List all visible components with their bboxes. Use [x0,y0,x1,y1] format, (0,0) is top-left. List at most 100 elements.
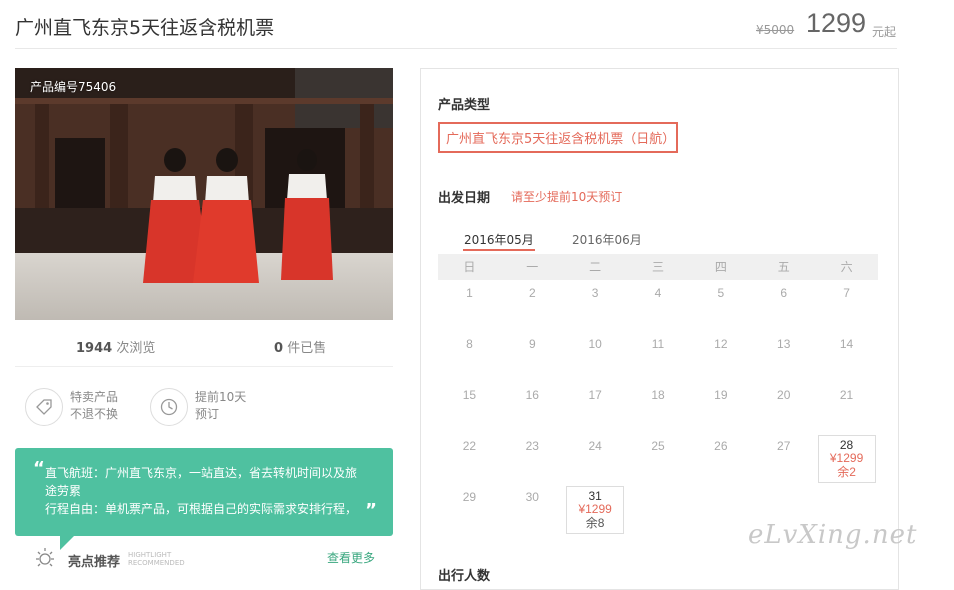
calendar-day: 15 [440,382,498,430]
views-label: 次浏览 [116,341,156,356]
day-price: ¥1299 [829,451,864,465]
weekday-label: 三 [652,260,665,274]
day-number: 6 [780,286,788,300]
calendar-day-available[interactable]: 31 ¥1299 余8 [566,486,625,534]
day-number: 19 [714,388,728,402]
calendar-day: 27 [755,433,813,481]
current-price: 1299 [806,8,867,38]
day-number: 4 [654,286,662,300]
calendar-day: 3 [566,280,624,328]
recommend-en-line2: RECOMMENDED [128,559,185,567]
views-stat: 1944 次浏览 [76,337,155,356]
traveler-count-title: 出行人数 [438,569,491,584]
calendar-day: 30 [503,484,561,532]
day-number: 17 [588,388,602,402]
calendar-day: 20 [755,382,813,430]
sold-label: 件已售 [287,341,327,356]
calendar-day: 25 [629,433,687,481]
calendar-day: 10 [566,331,624,379]
calendar-day: 4 [629,280,687,328]
product-photo[interactable]: 产品编号75406 [15,68,393,320]
weekday-label: 六 [840,260,853,274]
calendar-day: 19 [692,382,750,430]
day-number: 11 [651,337,665,351]
booking-panel: 产品类型 广州直飞东京5天往返含税机票（日航） 出发日期 请至少提前10天预订 … [420,68,899,590]
watermark: eLvXing.net [748,520,918,550]
day-number: 23 [525,439,539,453]
feature-line: 直飞航班：广州直飞东京，一站直达，省去转机时间以及旅 [45,466,358,480]
weekday-label: 一 [526,260,539,274]
calendar-day: 26 [692,433,750,481]
badge-line1: 提前10天 [195,390,247,404]
calendar-day: 2 [503,280,561,328]
calendar-day: 6 [755,280,813,328]
calendar-day: 16 [503,382,561,430]
sold-stat: 0 件已售 [274,337,326,356]
day-number: 31 [588,489,602,503]
weekday-label: 日 [463,260,476,274]
highlight-recommend-bar: 亮点推荐 HIGHTLIGHT RECOMMENDED 查看更多 [15,544,393,571]
day-number: 12 [714,337,728,351]
day-number: 20 [777,388,791,402]
day-seats-left: 余8 [585,516,605,530]
tab-month-may[interactable]: 2016年05月 [464,231,534,248]
feature-line: 途劳累 [45,484,82,498]
weekday-header: 日 一 二 三 四 五 六 [438,254,878,280]
day-number: 14 [839,337,854,351]
weekday-label: 四 [714,260,727,274]
sun-icon [36,548,54,567]
clock-icon [150,388,188,426]
calendar-day: 12 [692,331,750,379]
recommend-en-label: HIGHTLIGHT RECOMMENDED [128,551,185,567]
product-type-title: 产品类型 [438,98,491,113]
day-number: 7 [843,286,850,300]
tag-icon [25,388,63,426]
view-more-link[interactable]: 查看更多 [327,549,375,566]
page-title: 广州直飞东京5天往返含税机票 [15,17,275,39]
calendar-day: 1 [440,280,498,328]
day-number: 25 [651,439,665,453]
calendar-day-available[interactable]: 28 ¥1299 余2 [817,435,876,483]
day-number: 1 [466,286,473,300]
weekday-label: 二 [589,260,602,274]
day-number: 13 [777,337,791,351]
header-divider [15,48,897,49]
views-count: 1944 [76,341,113,356]
quote-close-icon: ” [365,500,377,521]
day-number: 16 [525,388,539,402]
product-number: 产品编号75406 [30,80,117,94]
product-type-option[interactable]: 广州直飞东京5天往返含税机票（日航） [438,122,678,153]
calendar-day: 7 [818,280,876,328]
calendar-day: 21 [818,382,876,430]
calendar-day: 23 [503,433,561,481]
sold-count: 0 [274,341,284,356]
badge-line2: 预订 [195,407,220,421]
day-number: 8 [466,337,473,351]
calendar-day: 13 [755,331,813,379]
recommend-en-line1: HIGHTLIGHT [128,551,172,559]
feature-highlights: “ 直飞航班：广州直飞东京，一站直达，省去转机时间以及旅 途劳累 行程自由：单机… [15,448,393,536]
badge-line1: 特卖产品 [70,390,119,404]
active-month-underline [463,249,535,251]
calendar-day: 11 [629,331,687,379]
departure-note: 请至少提前10天预订 [511,190,623,204]
day-number: 21 [839,388,854,402]
day-number: 3 [591,286,599,300]
day-number: 24 [588,439,602,453]
day-number: 10 [588,337,602,351]
calendar-day: 17 [566,382,624,430]
day-seats-left: 余2 [837,465,856,479]
day-number: 26 [714,439,728,453]
calendar-day: 22 [440,433,498,481]
shrine-maidens-photo [15,68,393,320]
calendar-day: 14 [818,331,876,379]
day-number: 30 [525,490,539,504]
calendar-day: 24 [566,433,624,481]
calendar-day: 18 [629,382,687,430]
day-number: 2 [528,286,536,300]
day-number: 28 [839,438,854,452]
day-number: 29 [462,490,477,504]
day-number: 18 [651,388,665,402]
day-number: 15 [462,388,477,402]
tab-month-june[interactable]: 2016年06月 [572,231,642,248]
